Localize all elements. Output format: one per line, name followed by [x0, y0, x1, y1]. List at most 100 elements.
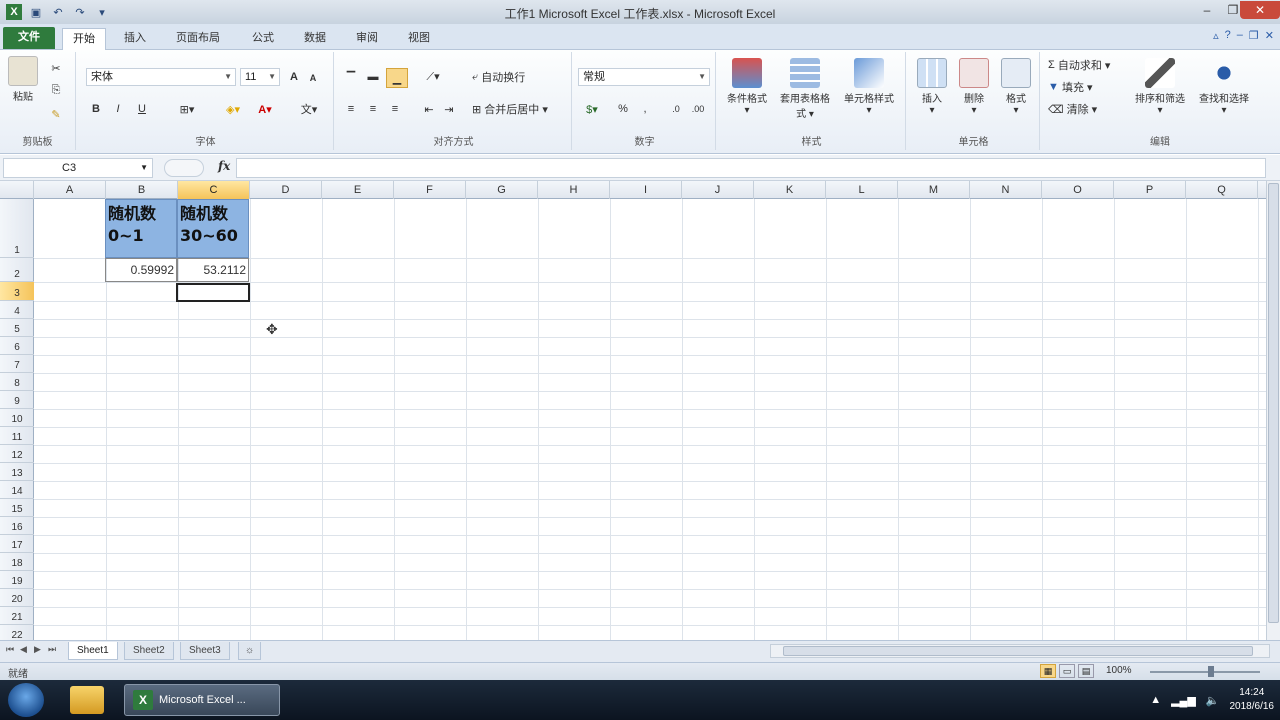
- row-header-15[interactable]: 15: [0, 499, 34, 517]
- active-cell-C3[interactable]: [176, 283, 250, 302]
- doc-close-icon[interactable]: ✕: [1265, 29, 1274, 42]
- align-left-icon[interactable]: ≡: [342, 100, 360, 118]
- column-header-E[interactable]: E: [322, 181, 394, 199]
- increase-decimal-icon[interactable]: .0: [666, 100, 686, 118]
- autosum-button[interactable]: Σ 自动求和 ▾: [1048, 56, 1132, 74]
- sheet-tab-2[interactable]: Sheet2: [124, 642, 174, 660]
- cell-styles-button[interactable]: 单元格样式 ▾: [836, 58, 902, 116]
- tray-arrow-icon[interactable]: ▲: [1150, 694, 1161, 706]
- tab-insert[interactable]: 插入: [114, 28, 156, 50]
- conditional-format-button[interactable]: 条件格式 ▾: [720, 58, 774, 116]
- row-header-22[interactable]: 22: [0, 625, 34, 640]
- column-header-F[interactable]: F: [394, 181, 466, 199]
- align-center-icon[interactable]: ≡: [364, 100, 382, 118]
- format-cells-button[interactable]: 格式 ▾: [996, 58, 1036, 116]
- fill-color-icon[interactable]: ◈▾: [220, 100, 246, 118]
- name-box[interactable]: C3 ▼: [3, 158, 153, 178]
- page-layout-view-icon[interactable]: ▭: [1059, 664, 1075, 678]
- font-name-combo[interactable]: 宋体 ▼: [86, 68, 236, 86]
- select-all-corner[interactable]: [0, 181, 34, 199]
- doc-minimize-icon[interactable]: –: [1237, 29, 1243, 42]
- cell-C1[interactable]: 随机数 30~60: [177, 199, 249, 258]
- horizontal-scroll-thumb[interactable]: [783, 646, 1253, 656]
- row-header-6[interactable]: 6: [0, 337, 34, 355]
- column-header-D[interactable]: D: [250, 181, 322, 199]
- column-header-A[interactable]: A: [34, 181, 106, 199]
- volume-icon[interactable]: 🔈: [1206, 694, 1220, 707]
- sheet-tab-1[interactable]: Sheet1: [68, 642, 118, 660]
- formula-expand-handle[interactable]: [164, 159, 204, 177]
- decrease-indent-icon[interactable]: ⇤: [420, 100, 438, 118]
- row-header-17[interactable]: 17: [0, 535, 34, 553]
- row-header-21[interactable]: 21: [0, 607, 34, 625]
- formula-input[interactable]: [236, 158, 1266, 178]
- next-sheet-icon[interactable]: ▶: [34, 644, 41, 655]
- row-header-20[interactable]: 20: [0, 589, 34, 607]
- row-header-7[interactable]: 7: [0, 355, 34, 373]
- format-as-table-button[interactable]: 套用表格格式 ▾: [778, 58, 832, 120]
- cell-B2[interactable]: 0.59992: [105, 258, 177, 282]
- bold-icon[interactable]: B: [88, 100, 104, 118]
- merge-center-button[interactable]: ⊞ 合并后居中 ▾: [472, 100, 566, 118]
- taskbar-excel-button[interactable]: X Microsoft Excel ...: [124, 684, 280, 716]
- phonetic-icon[interactable]: 文▾: [296, 100, 322, 118]
- column-header-I[interactable]: I: [610, 181, 682, 199]
- number-format-combo[interactable]: 常规 ▼: [578, 68, 710, 86]
- last-sheet-icon[interactable]: ⏭: [48, 644, 56, 655]
- align-middle-icon[interactable]: ▬: [364, 68, 382, 86]
- minimize-icon[interactable]: –: [1194, 1, 1220, 19]
- accounting-format-icon[interactable]: $▾: [578, 100, 606, 118]
- sort-filter-button[interactable]: 排序和筛选 ▾: [1130, 58, 1190, 116]
- column-header-C[interactable]: C: [178, 181, 250, 199]
- decrease-decimal-icon[interactable]: .00: [688, 100, 708, 118]
- row-header-13[interactable]: 13: [0, 463, 34, 481]
- row-header-8[interactable]: 8: [0, 373, 34, 391]
- horizontal-scrollbar[interactable]: [770, 644, 1270, 658]
- column-header-K[interactable]: K: [754, 181, 826, 199]
- row-header-10[interactable]: 10: [0, 409, 34, 427]
- delete-cells-button[interactable]: 删除 ▾: [954, 58, 994, 116]
- vertical-scrollbar[interactable]: [1266, 181, 1280, 640]
- row-header-16[interactable]: 16: [0, 517, 34, 535]
- column-header-G[interactable]: G: [466, 181, 538, 199]
- borders-icon[interactable]: ⊞▾: [174, 100, 200, 118]
- increase-indent-icon[interactable]: ⇥: [440, 100, 458, 118]
- zoom-level[interactable]: 100%: [1106, 665, 1132, 676]
- row-header-1[interactable]: 1: [0, 199, 34, 258]
- zoom-slider-handle[interactable]: [1208, 666, 1214, 677]
- row-header-2[interactable]: 2: [0, 258, 34, 282]
- network-icon[interactable]: ▂▄▆: [1171, 694, 1196, 707]
- clear-button[interactable]: ⌫ 清除 ▾: [1048, 100, 1132, 118]
- row-header-9[interactable]: 9: [0, 391, 34, 409]
- cell-C2[interactable]: 53.2112: [177, 258, 249, 282]
- paste-button[interactable]: 粘贴: [6, 56, 40, 103]
- row-header-11[interactable]: 11: [0, 427, 34, 445]
- column-header-O[interactable]: O: [1042, 181, 1114, 199]
- column-header-H[interactable]: H: [538, 181, 610, 199]
- row-header-5[interactable]: 5: [0, 319, 34, 337]
- orientation-icon[interactable]: ⟋▾: [420, 68, 446, 86]
- insert-function-icon[interactable]: fx: [218, 159, 230, 173]
- column-header-B[interactable]: B: [106, 181, 178, 199]
- vertical-scroll-thumb[interactable]: [1268, 183, 1279, 623]
- row-header-3[interactable]: 3: [0, 282, 34, 301]
- insert-cells-button[interactable]: 插入 ▾: [912, 58, 952, 116]
- comma-style-icon[interactable]: ,: [636, 100, 654, 118]
- cut-icon[interactable]: ✂: [48, 60, 64, 76]
- column-header-P[interactable]: P: [1114, 181, 1186, 199]
- row-header-19[interactable]: 19: [0, 571, 34, 589]
- shrink-font-icon[interactable]: A: [306, 70, 320, 86]
- zoom-slider[interactable]: [1150, 671, 1260, 673]
- page-break-view-icon[interactable]: ▤: [1078, 664, 1094, 678]
- find-select-button[interactable]: 查找和选择 ▾: [1194, 58, 1254, 116]
- underline-icon[interactable]: U: [132, 100, 152, 118]
- tab-view[interactable]: 视图: [398, 28, 440, 50]
- italic-icon[interactable]: I: [110, 100, 126, 118]
- tab-home[interactable]: 开始: [62, 28, 106, 50]
- normal-view-icon[interactable]: ▦: [1040, 664, 1056, 678]
- file-explorer-icon[interactable]: [70, 686, 104, 714]
- help-icon[interactable]: ?: [1225, 29, 1231, 42]
- column-header-J[interactable]: J: [682, 181, 754, 199]
- doc-restore-icon[interactable]: ❐: [1249, 29, 1259, 42]
- tab-page-layout[interactable]: 页面布局: [166, 28, 230, 50]
